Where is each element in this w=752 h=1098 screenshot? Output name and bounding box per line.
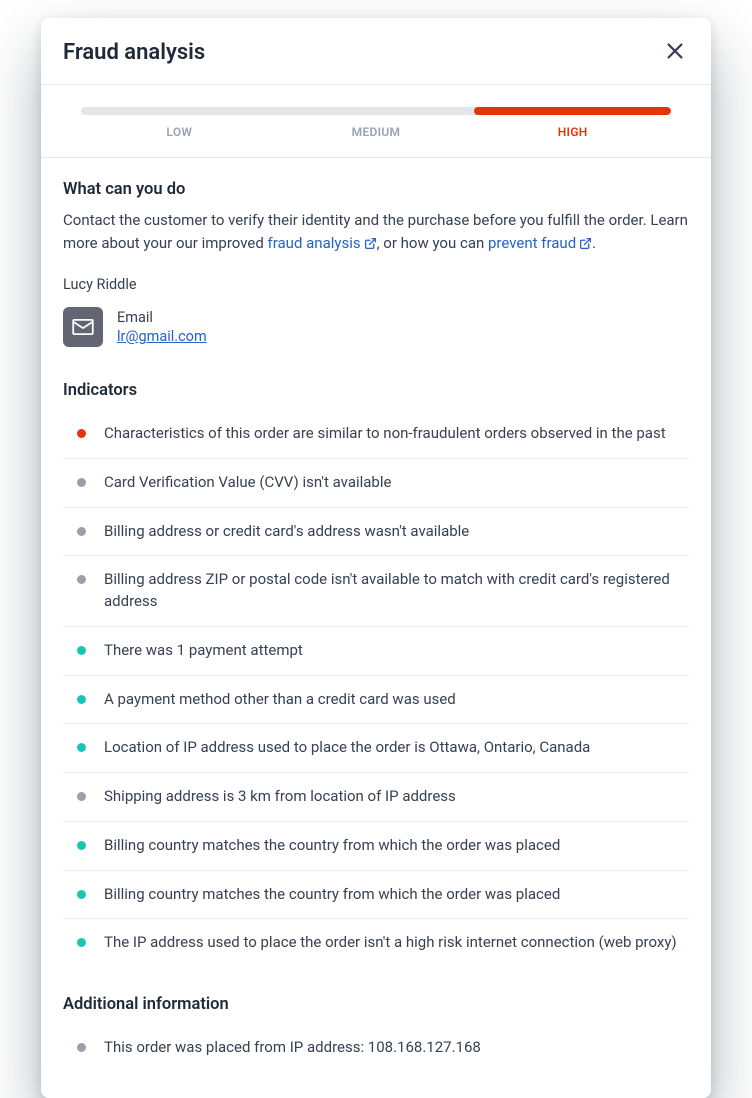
indicator-item: There was 1 payment attempt — [63, 627, 689, 676]
prevent-fraud-link[interactable]: prevent fraud — [488, 234, 592, 252]
risk-meter: LOW MEDIUM HIGH — [41, 85, 711, 158]
fraud-analysis-dialog: Fraud analysis LOW MEDIUM HIGH What can … — [41, 18, 711, 1098]
indicator-text: Billing country matches the country from… — [104, 835, 560, 857]
indicators-list: Characteristics of this order are simila… — [63, 410, 689, 967]
indicator-item: This order was placed from IP address: 1… — [63, 1024, 689, 1072]
indicator-text: Billing address or credit card's address… — [104, 521, 469, 543]
indicator-dot — [77, 1043, 86, 1052]
indicator-text: Billing country matches the country from… — [104, 884, 560, 906]
indicator-item: The IP address used to place the order i… — [63, 919, 689, 967]
indicator-text: Billing address ZIP or postal code isn't… — [104, 569, 689, 613]
risk-bar — [81, 107, 671, 115]
indicator-dot — [77, 938, 86, 947]
indicator-text: Shipping address is 3 km from location o… — [104, 786, 456, 808]
email-label: Email — [117, 309, 207, 326]
indicator-text: There was 1 payment attempt — [104, 640, 303, 662]
indicator-dot — [77, 743, 86, 752]
indicator-dot — [77, 792, 86, 801]
email-icon — [63, 307, 103, 347]
risk-level-low: LOW — [81, 125, 278, 139]
risk-bar-fill — [474, 107, 671, 115]
indicator-text: The IP address used to place the order i… — [104, 932, 677, 954]
help-text-middle: , or how you can — [377, 234, 488, 252]
indicator-item: Location of IP address used to place the… — [63, 724, 689, 773]
additional-title: Additional information — [63, 995, 689, 1014]
fraud-analysis-link[interactable]: fraud analysis — [268, 234, 377, 252]
dialog-title: Fraud analysis — [63, 40, 205, 65]
indicator-text: Characteristics of this order are simila… — [104, 423, 666, 445]
indicator-item: Card Verification Value (CVV) isn't avai… — [63, 459, 689, 508]
help-text: Contact the customer to verify their ide… — [63, 209, 689, 256]
indicator-dot — [77, 478, 86, 487]
external-link-icon — [579, 234, 592, 257]
help-title: What can you do — [63, 180, 689, 199]
indicator-dot — [77, 841, 86, 850]
indicator-text: Location of IP address used to place the… — [104, 737, 590, 759]
dialog-header: Fraud analysis — [41, 18, 711, 85]
customer-email-link[interactable]: lr@gmail.com — [117, 328, 207, 345]
additional-list: This order was placed from IP address: 1… — [63, 1024, 689, 1072]
indicator-dot — [77, 890, 86, 899]
help-text-suffix: . — [592, 234, 596, 252]
risk-level-medium: MEDIUM — [278, 125, 475, 139]
indicator-dot — [77, 646, 86, 655]
indicator-item: Billing address ZIP or postal code isn't… — [63, 556, 689, 627]
indicator-item: Billing address or credit card's address… — [63, 508, 689, 557]
indicator-dot — [77, 695, 86, 704]
contact-info: Email lr@gmail.com — [117, 309, 207, 345]
risk-labels: LOW MEDIUM HIGH — [81, 125, 671, 139]
indicator-dot — [77, 429, 86, 438]
indicator-text: A payment method other than a credit car… — [104, 689, 456, 711]
customer-name: Lucy Riddle — [63, 276, 689, 293]
indicator-dot — [77, 575, 86, 584]
indicators-title: Indicators — [63, 381, 689, 400]
indicator-item: Characteristics of this order are simila… — [63, 410, 689, 459]
customer-contact: Email lr@gmail.com — [63, 307, 689, 347]
indicator-item: Billing country matches the country from… — [63, 871, 689, 920]
indicator-item: A payment method other than a credit car… — [63, 676, 689, 725]
indicator-dot — [77, 527, 86, 536]
risk-level-high: HIGH — [474, 125, 671, 139]
external-link-icon — [364, 234, 377, 257]
indicator-item: Billing country matches the country from… — [63, 822, 689, 871]
indicator-item: Shipping address is 3 km from location o… — [63, 773, 689, 822]
close-button[interactable] — [661, 38, 689, 66]
dialog-content: What can you do Contact the customer to … — [41, 158, 711, 1098]
indicator-text: Card Verification Value (CVV) isn't avai… — [104, 472, 391, 494]
indicator-text: This order was placed from IP address: 1… — [104, 1037, 481, 1059]
close-icon — [664, 40, 686, 65]
